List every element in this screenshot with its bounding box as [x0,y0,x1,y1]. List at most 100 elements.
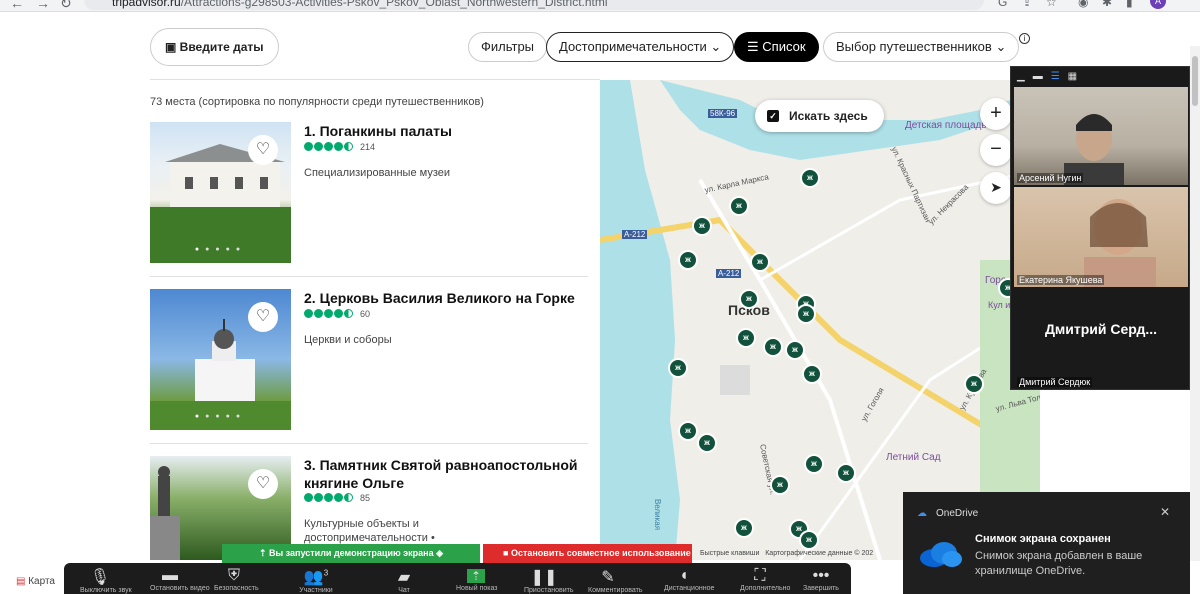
list-view-button[interactable]: ☰ Список [734,32,819,62]
listing-title[interactable]: 1. Поганкины палаты [304,122,452,140]
star-icon[interactable]: ☆ [1046,0,1057,9]
annotate-button[interactable]: ✎ Комментировать [588,567,643,594]
extension-icon[interactable]: ◉ [1078,0,1088,9]
notification-app-name: OneDrive [936,508,979,519]
remote-control-button[interactable]: ◖ Дистанционное [664,567,714,592]
map-label: Детская площадь [905,120,987,131]
participant-video[interactable]: Дмитрий Серд... Дмитрий Сердюк [1014,289,1188,389]
attraction-pin[interactable]: ж [804,454,824,474]
strip-view-icon[interactable]: ▬ [1033,71,1051,82]
attraction-pin[interactable]: ж [668,358,688,378]
review-count[interactable]: 60 [360,309,370,319]
puzzle-icon[interactable]: ✱ [1102,0,1112,9]
attraction-pin[interactable]: ж [739,289,759,309]
end-button[interactable]: ••• Завершить [801,567,841,592]
listing-photo[interactable]: ♡ ●●●●● [150,122,291,263]
taskbar-item[interactable]: ▤ Карта [0,568,64,594]
keyboard-shortcuts-link[interactable]: Быстрые клавиши [700,550,759,557]
review-count[interactable]: 85 [360,493,370,503]
toolbar-label: Завершить [803,585,839,592]
attraction-pin[interactable]: ж [736,328,756,348]
attraction-pin[interactable]: ж [750,252,770,272]
listing-title[interactable]: 2. Церковь Василия Великого на Горке [304,289,575,307]
back-icon[interactable]: ← [10,0,24,11]
listing-rating: 85 [304,493,370,504]
divider [150,276,588,277]
pdf-icon: ▤ [16,576,29,587]
pause-share-button[interactable]: ❚❚ Приостановить [524,567,574,594]
attraction-pin[interactable]: ж [763,337,783,357]
side-by-side-icon[interactable]: ☰ [1051,71,1068,82]
enter-dates-button[interactable]: ▣ Введите даты [150,28,279,66]
attraction-pin[interactable]: ж [796,304,816,324]
browser-chrome: ← → ↻ tripadvisor.ru/Attractions-g298503… [0,0,1200,12]
heart-icon[interactable]: ♡ [248,135,278,165]
security-button[interactable]: ⛨ Безопасность [214,567,259,592]
google-icon[interactable]: G [998,0,1007,9]
rating-bubbles [304,309,354,320]
onedrive-notification[interactable]: ☁ OneDrive ✕ Снимок экрана сохранен Сним… [903,492,1190,594]
mute-button[interactable]: 🎙 Выключить звук [80,567,132,594]
carousel-dots[interactable]: ●●●●● [150,413,291,420]
heart-icon[interactable]: ♡ [248,302,278,332]
attraction-pin[interactable]: ж [697,433,717,453]
search-here-button[interactable]: ✓ Искать здесь [755,100,884,132]
toolbar-label: Участники [299,587,333,594]
share-icon[interactable]: ⇪ [1022,0,1032,9]
shield-icon: ◈ [436,548,444,558]
attraction-pin[interactable]: ж [964,374,984,394]
toolbar-label: Приостановить [524,587,574,594]
enter-dates-label: Введите даты [179,40,264,54]
attraction-pin[interactable]: ж [729,196,749,216]
page-scrollbar[interactable] [1190,46,1200,561]
more-button[interactable]: ⛶ Дополнительно [740,567,791,592]
close-icon[interactable]: ✕ [1160,505,1170,519]
address-bar[interactable]: tripadvisor.ru/Attractions-g298503-Activ… [84,0,984,10]
chat-button[interactable]: ▰ Чат [384,567,424,594]
map-data-credit: Картографические данные © 202 [765,550,874,557]
attraction-pin[interactable]: ж [770,475,790,495]
map[interactable]: Детская площадь Летний Сад ул. Карла Мар… [600,80,1040,560]
scrollbar-thumb[interactable] [1192,56,1198,106]
info-icon[interactable]: i [1019,33,1030,44]
review-count[interactable]: 214 [360,142,375,152]
reload-icon[interactable]: ↻ [60,0,72,11]
toolbar-label: Дополнительно [740,585,791,592]
attraction-pin[interactable]: ж [678,421,698,441]
attraction-pin[interactable]: ж [799,530,819,550]
attraction-pin[interactable]: ж [734,518,754,538]
zoom-meeting-toolbar[interactable]: 🎙 Выключить звук ▬ Остановить видео ⛨ Безоп… [64,563,851,594]
new-share-button[interactable]: ⇡ Новый показ [456,567,498,592]
attractions-dropdown[interactable]: Достопримечательности ⌄ [546,32,735,62]
heart-icon[interactable]: ♡ [248,469,278,499]
zoom-out-button[interactable]: − [980,134,1012,166]
locate-icon[interactable]: ➤ [980,172,1012,204]
filters-button[interactable]: Фильтры [468,32,548,62]
forward-icon[interactable]: → [36,0,50,11]
attraction-pin[interactable]: ж [836,463,856,483]
participants-button[interactable]: 👥3 Участники [296,567,336,594]
attraction-pin[interactable]: ж [802,364,822,384]
attraction-pin[interactable]: ж [785,340,805,360]
toolbar-label: Новый показ [456,585,498,592]
profile-avatar[interactable]: A [1150,0,1166,9]
participant-name: Екатерина Якушева [1017,275,1105,285]
zoom-in-button[interactable]: + [980,98,1012,130]
listing-photo[interactable]: ♡ ●●●●● [150,289,291,430]
attraction-pin[interactable]: ж [692,216,712,236]
zoom-video-panel[interactable]: ▁▬☰▦ Арсений Нугин Екатерина Якушева Дми… [1010,66,1190,390]
grid-view-icon[interactable]: ▦ [1068,71,1085,82]
participant-video[interactable]: Арсений Нугин [1014,87,1188,185]
listing-title[interactable]: 3. Памятник Святой равноапостольной княг… [304,456,589,492]
video-button[interactable]: ▬ Остановить видео [150,567,210,592]
attraction-pin[interactable]: ж [678,250,698,270]
view-toolbar[interactable]: ▁▬☰▦ [1011,67,1189,87]
carousel-dots[interactable]: ●●●●● [150,246,291,253]
travelers-choice-dropdown[interactable]: Выбор путешественников ⌄ [823,32,1020,62]
stop-sharing-button[interactable]: ■ Остановить совместное использование [483,544,692,563]
participant-video[interactable]: Екатерина Якушева [1014,187,1188,287]
map-label: Великая [653,498,663,531]
attraction-pin[interactable]: ж [800,168,820,188]
sidepanel-icon[interactable]: ▮ [1126,0,1133,9]
minimize-icon[interactable]: ▁ [1017,71,1033,82]
